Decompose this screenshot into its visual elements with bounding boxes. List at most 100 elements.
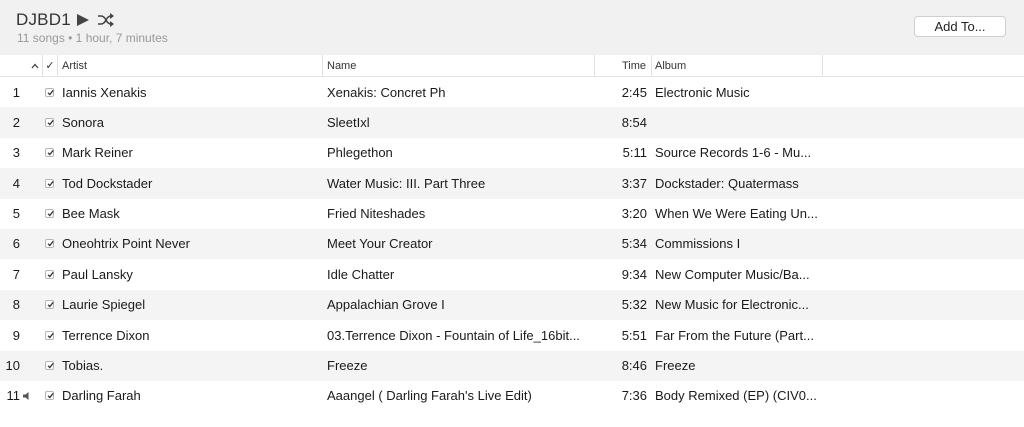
track-artist: Tod Dockstader (62, 175, 153, 191)
track-number: 2 (12, 114, 20, 130)
track-album: Body Remixed (EP) (CIV0... (655, 388, 817, 404)
track-time: 9:34 (621, 266, 647, 282)
track-number: 1 (12, 84, 20, 100)
track-name: 03.Terrence Dixon - Fountain of Life_16b… (327, 327, 580, 343)
track-name: Aaangel ( Darling Farah's Live Edit) (327, 388, 532, 404)
track-checkbox[interactable] (45, 351, 57, 381)
column-header-artist[interactable]: Artist (58, 55, 323, 76)
song-table: ✓ Artist Name Time Album 1 Iannis Xenakis… (0, 55, 1024, 427)
track-album: Freeze (655, 358, 696, 374)
table-row[interactable]: 4 Tod Dockstader Water Music: III. Part Th… (0, 168, 1024, 199)
table-row[interactable]: 3 Mark Reiner Phlegethon 5:11 Source Records… (0, 137, 1024, 169)
track-time: 5:51 (621, 327, 647, 343)
track-name: Appalachian Grove I (327, 297, 445, 313)
song-list: 1 Iannis Xenakis Xenakis: Concret Ph 2:45 El… (0, 77, 1024, 412)
track-time: 3:20 (621, 206, 647, 222)
track-checkbox[interactable] (45, 290, 57, 320)
checkbox-icon[interactable] (45, 330, 54, 340)
track-checkbox[interactable] (45, 77, 57, 107)
checkbox-icon[interactable] (45, 178, 54, 188)
column-header-time[interactable]: Time (595, 55, 652, 76)
track-time: 5:34 (621, 236, 647, 252)
track-artist: Bee Mask (62, 206, 120, 222)
checkbox-icon[interactable] (45, 87, 54, 97)
track-name: Phlegethon (327, 145, 393, 161)
track-album: Source Records 1-6 - Mu... (655, 145, 812, 161)
checkbox-icon[interactable] (45, 361, 54, 371)
table-row[interactable]: 11 Darling Farah Aaangel ( Darling Farah's… (0, 380, 1024, 412)
track-number: 6 (12, 236, 20, 252)
chevron-up-icon (31, 63, 39, 68)
track-album: New Computer Music/Ba... (655, 266, 810, 282)
track-album: Electronic Music (655, 84, 750, 100)
checkbox-icon[interactable] (45, 239, 54, 249)
column-header-album[interactable]: Album (652, 55, 823, 76)
table-row[interactable]: 9 Terrence Dixon 03.Terrence Dixon - Fount… (0, 320, 1024, 351)
track-checkbox[interactable] (45, 320, 57, 350)
table-row[interactable]: 6 Oneohtrix Point Never Meet Your Creator 5… (0, 228, 1024, 260)
table-row[interactable]: 5 Bee Mask Fried Niteshades 3:20 When We Wer… (0, 198, 1024, 229)
checkbox-icon[interactable] (45, 209, 54, 219)
checkbox-icon[interactable] (45, 300, 54, 310)
playlist-summary: 11 songs • 1 hour, 7 minutes (17, 31, 168, 45)
track-checkbox[interactable] (45, 107, 57, 137)
track-album: Dockstader: Quatermass (655, 175, 799, 191)
track-time: 2:45 (621, 84, 647, 100)
column-header-check[interactable]: ✓ (42, 55, 58, 76)
track-checkbox[interactable] (45, 138, 57, 168)
track-number: 10 (5, 358, 20, 374)
track-number: 4 (12, 175, 20, 191)
track-time: 5:11 (622, 145, 647, 161)
table-row[interactable]: 7 Paul Lansky Idle Chatter 9:34 New Computer… (0, 259, 1024, 290)
shuffle-icon[interactable] (97, 12, 114, 28)
track-artist: Paul Lansky (62, 266, 133, 282)
track-number: 7 (12, 266, 20, 282)
table-row[interactable]: 10 Tobias. Freeze 8:46 Freeze (0, 350, 1024, 381)
column-header-name[interactable]: Name (323, 55, 595, 76)
add-to-button[interactable]: Add To... (914, 16, 1006, 37)
track-number: 9 (12, 327, 20, 343)
track-artist: Sonora (62, 114, 104, 130)
track-album: New Music for Electronic... (655, 297, 809, 313)
track-artist: Darling Farah (62, 388, 141, 404)
play-icon[interactable] (76, 13, 90, 27)
track-album: Far From the Future (Part... (655, 327, 814, 343)
track-album (655, 107, 825, 137)
track-time: 8:54 (621, 114, 647, 130)
track-artist: Laurie Spiegel (62, 297, 146, 313)
track-number: 3 (12, 145, 20, 161)
track-time: 5:32 (621, 297, 647, 313)
track-artist: Terrence Dixon (62, 327, 150, 343)
track-checkbox[interactable] (45, 229, 57, 259)
track-album: Commissions I (655, 236, 741, 252)
track-name: Fried Niteshades (327, 206, 426, 222)
track-name: Water Music: III. Part Three (327, 175, 486, 191)
sort-indicator[interactable] (28, 55, 42, 76)
track-time: 3:37 (621, 175, 647, 191)
track-number: 5 (12, 206, 20, 222)
track-name: SleetIxl (327, 114, 370, 130)
track-name: Freeze (327, 358, 368, 374)
checkbox-icon[interactable] (45, 391, 54, 401)
track-name: Idle Chatter (327, 266, 395, 282)
checkbox-icon[interactable] (45, 269, 54, 279)
track-checkbox[interactable] (45, 381, 57, 411)
track-checkbox[interactable] (45, 168, 57, 198)
table-row[interactable]: 1 Iannis Xenakis Xenakis: Concret Ph 2:45 El… (0, 77, 1024, 108)
track-album: When We Were Eating Un... (655, 206, 818, 222)
checkbox-icon[interactable] (45, 117, 54, 127)
table-row[interactable]: 2 Sonora SleetIxl 8:54 (0, 107, 1024, 138)
table-row[interactable]: 8 Laurie Spiegel Appalachian Grove I 5:32 Ne… (0, 289, 1024, 321)
playlist-header: DJBD1 11 songs • 1 hour, 7 minutes Add T… (0, 0, 1024, 55)
checkbox-icon[interactable] (45, 148, 54, 158)
track-artist: Mark Reiner (62, 145, 133, 161)
track-name: Meet Your Creator (327, 236, 433, 252)
speaker-icon (23, 391, 29, 400)
track-number: 11 (6, 388, 21, 404)
track-checkbox[interactable] (45, 259, 57, 289)
track-time: 7:36 (621, 388, 647, 404)
track-artist: Iannis Xenakis (62, 84, 147, 100)
playlist-title: DJBD1 (16, 10, 71, 29)
track-checkbox[interactable] (45, 199, 57, 229)
track-time: 8:46 (621, 358, 647, 374)
